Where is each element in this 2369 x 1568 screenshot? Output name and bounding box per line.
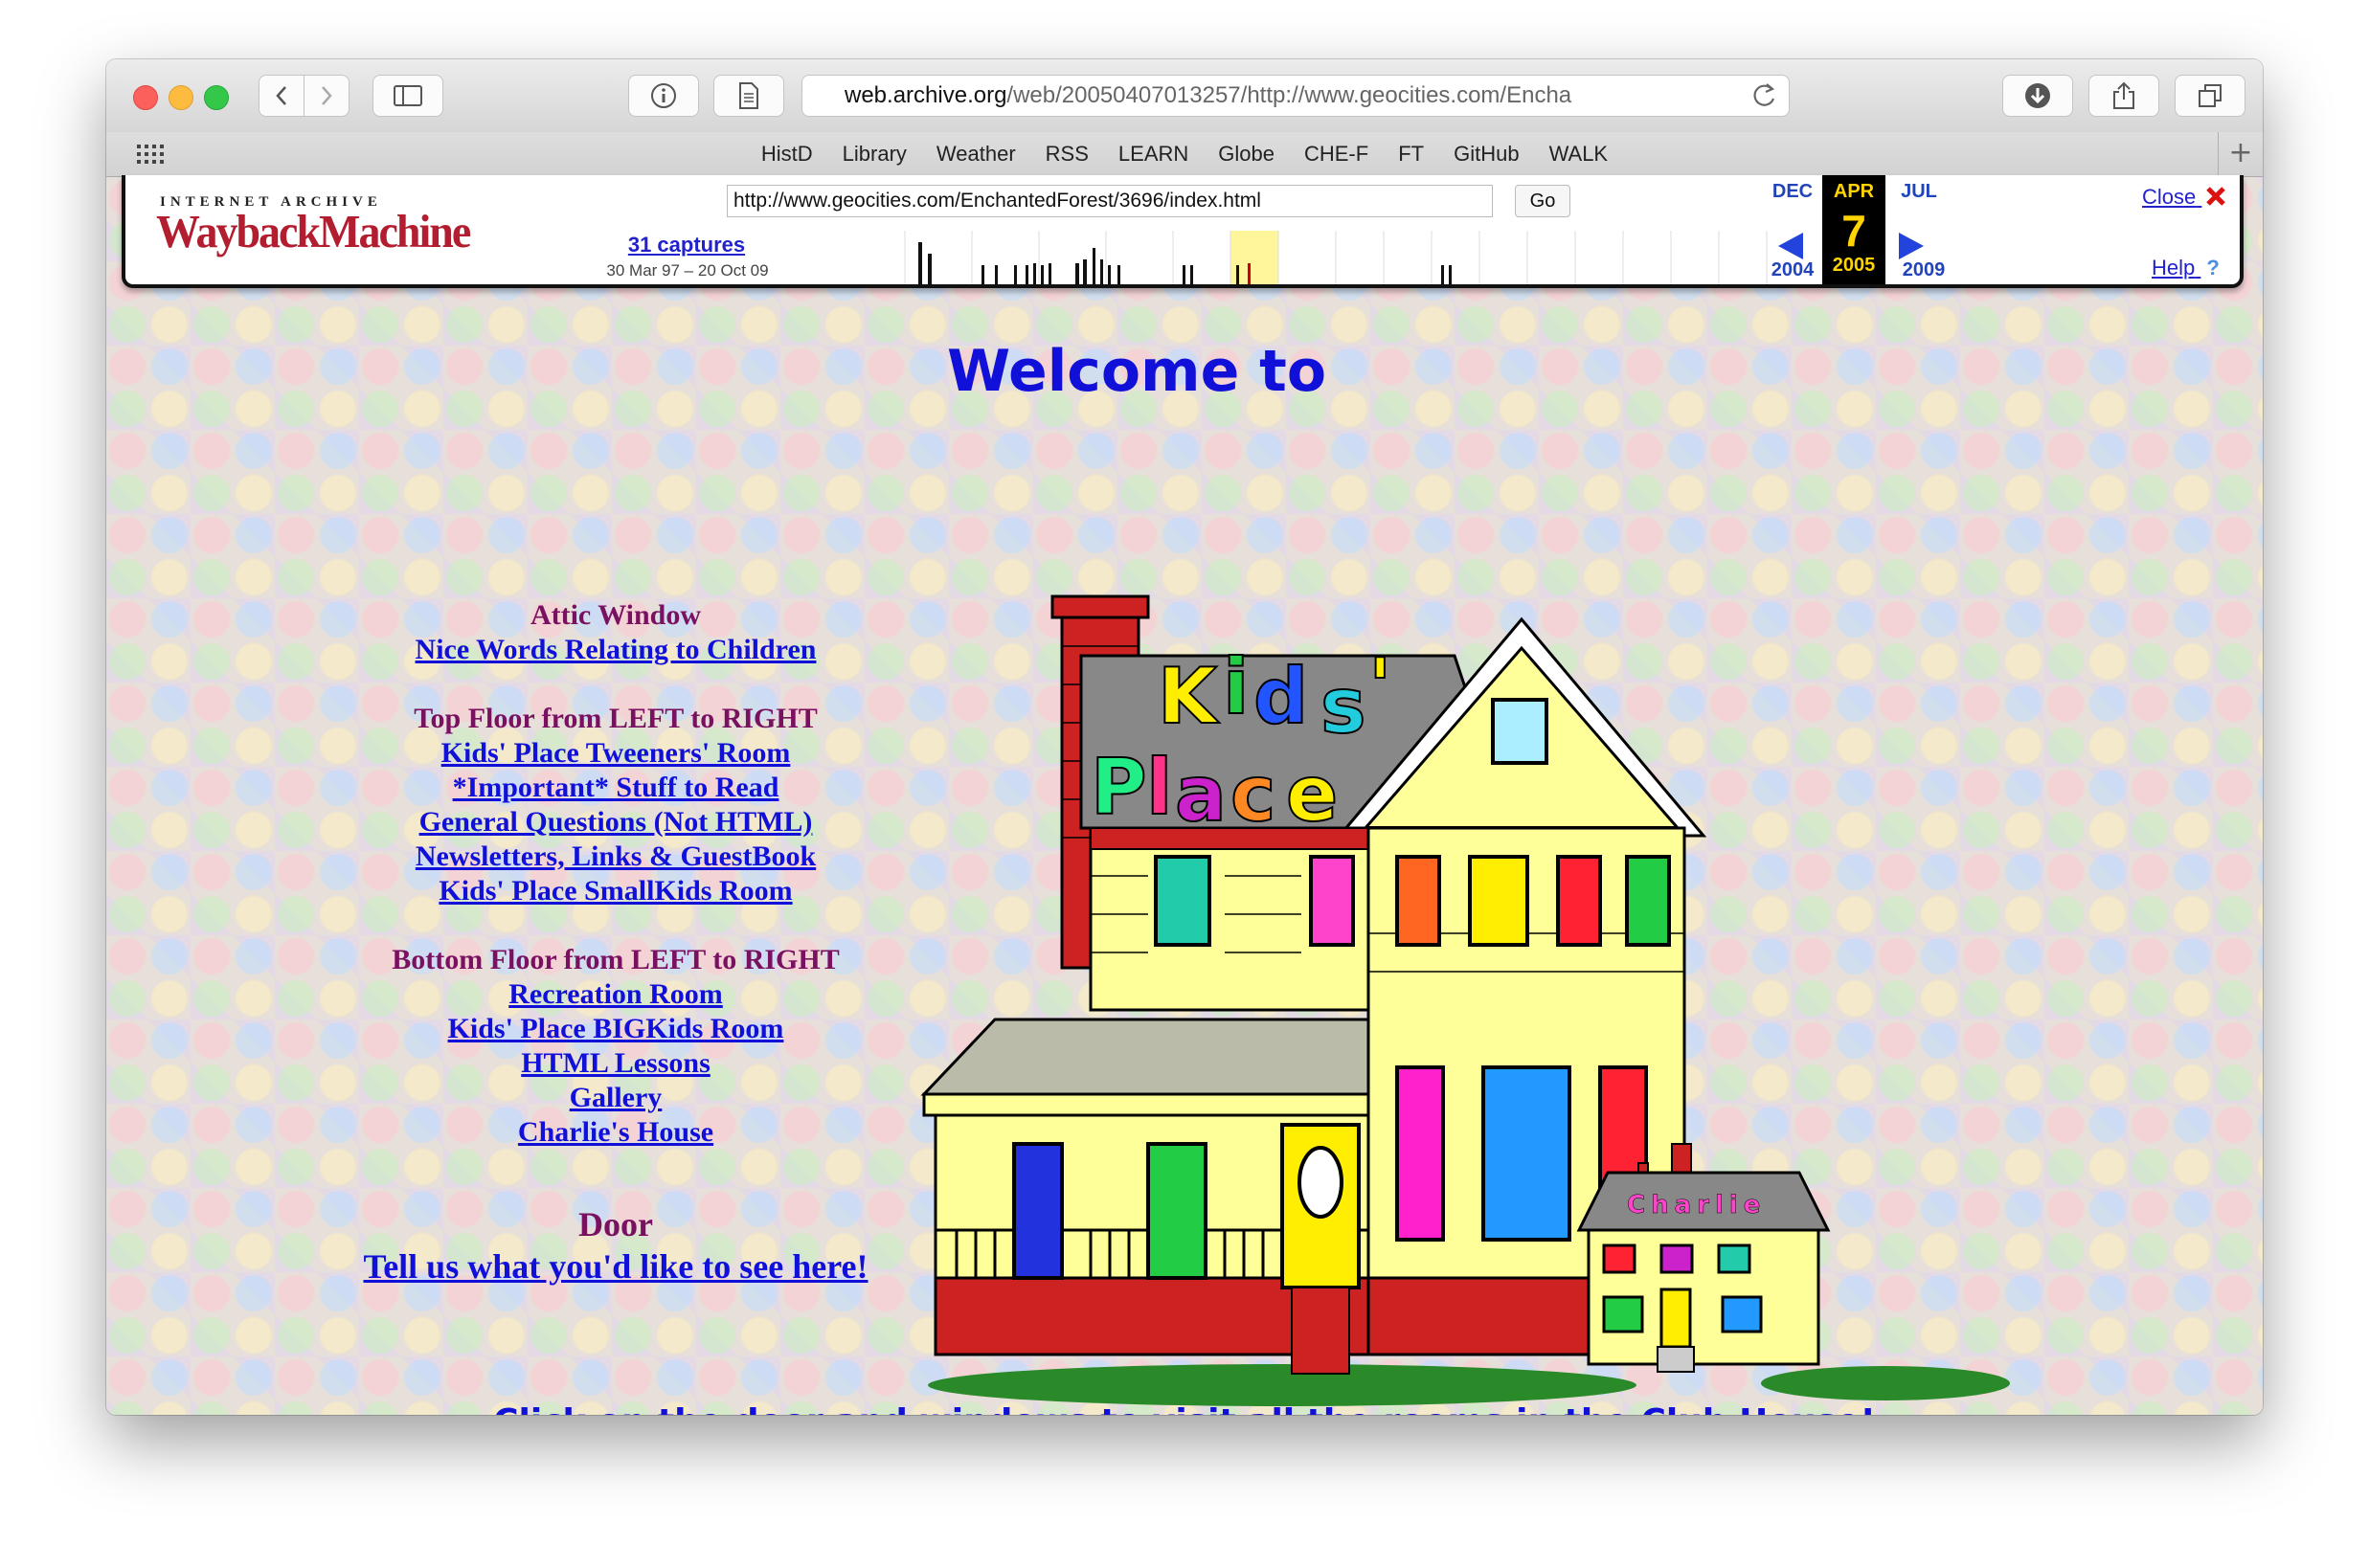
nav-link-nice-words[interactable]: Nice Words Relating to Children <box>346 633 886 667</box>
wayback-close-button[interactable]: Close <box>2142 185 2226 210</box>
wayback-url-input[interactable]: http://www.geocities.com/EnchantedForest… <box>727 185 1493 217</box>
sign-letter: i <box>1223 642 1249 731</box>
close-icon <box>2206 187 2226 206</box>
browser-window: web.archive.org/web/20050407013257/http:… <box>106 59 2263 1415</box>
bookmark-walk[interactable]: WALK <box>1549 142 1609 167</box>
document-icon <box>739 82 758 109</box>
sign-letter: s <box>1320 661 1366 750</box>
help-label: Help <box>2152 256 2196 280</box>
sidebar-button[interactable] <box>372 75 443 117</box>
bookmark-che-f[interactable]: CHE-F <box>1304 142 1368 167</box>
bookmark-histd[interactable]: HistD <box>761 142 813 167</box>
nav-link-newsletters[interactable]: Newsletters, Links & GuestBook <box>346 840 886 874</box>
bookmark-learn[interactable]: LEARN <box>1118 142 1188 167</box>
charlie-sign: Charlie <box>1627 1191 1766 1220</box>
current-capture-date: APR 7 2005 <box>1822 175 1885 284</box>
zoom-window-button[interactable] <box>204 85 229 110</box>
sign-letter: ' <box>1368 642 1392 731</box>
wayback-banner: INTERNET ARCHIVE WaybackMachine http://w… <box>122 175 2244 288</box>
info-button[interactable] <box>628 75 699 117</box>
nav-link-html-lessons[interactable]: HTML Lessons <box>346 1046 886 1081</box>
reader-button[interactable] <box>713 75 784 117</box>
current-day: 7 <box>1841 206 1866 256</box>
wayback-logo[interactable]: WaybackMachine <box>156 208 471 255</box>
nav-link-charlies-house[interactable]: Charlie's House <box>346 1115 886 1150</box>
prev-arrow-icon[interactable] <box>1776 231 1805 261</box>
prev-month[interactable]: DEC <box>1767 181 1818 203</box>
reload-icon[interactable] <box>1750 81 1777 116</box>
bookmark-globe[interactable]: Globe <box>1218 142 1275 167</box>
page-content: INTERNET ARCHIVE WaybackMachine http://w… <box>106 175 2263 1415</box>
captures-range: 30 Mar 97 – 20 Oct 09 <box>606 261 769 280</box>
clubhouse-image[interactable]: K i d s ' P l a c e Charlie <box>918 570 2010 1415</box>
sign-letter: c <box>1230 750 1275 839</box>
bookmark-rss[interactable]: RSS <box>1046 142 1089 167</box>
attic-header: Attic Window <box>530 599 702 631</box>
address-bar[interactable]: web.archive.org/web/20050407013257/http:… <box>801 75 1790 117</box>
top-floor-header: Top Floor from LEFT to RIGHT <box>414 703 818 734</box>
address-path: /web/20050407013257/http://www.geocities… <box>1006 82 1572 108</box>
sign-letter: K <box>1158 652 1220 741</box>
info-icon <box>651 83 676 108</box>
next-arrow-icon[interactable] <box>1897 231 1926 261</box>
nav-link-smallkids-room[interactable]: Kids' Place SmallKids Room <box>346 874 886 908</box>
nav-link-important-stuff[interactable]: *Important* Stuff to Read <box>346 771 886 805</box>
nav-link-bigkids-room[interactable]: Kids' Place BIGKids Room <box>346 1012 886 1046</box>
captures-link[interactable]: 31 captures <box>572 233 801 258</box>
bookmark-weather[interactable]: Weather <box>936 142 1016 167</box>
current-month: APR <box>1833 181 1875 202</box>
tabs-icon <box>2199 84 2222 107</box>
bookmark-list: HistD Library Weather RSS LEARN Globe CH… <box>106 132 2263 176</box>
nav-link-gallery[interactable]: Gallery <box>346 1081 886 1115</box>
sign-letter: e <box>1286 750 1338 839</box>
nav-link-recreation-room[interactable]: Recreation Room <box>346 977 886 1012</box>
sign-letter: a <box>1175 750 1227 839</box>
nav-link-tweeners-room[interactable]: Kids' Place Tweeners' Room <box>346 736 886 771</box>
sidebar-icon <box>394 85 422 106</box>
wayback-go-button[interactable]: Go <box>1515 185 1570 217</box>
download-icon <box>2025 83 2050 108</box>
welcome-heading: Welcome to <box>946 338 1327 405</box>
new-tab-plus-icon[interactable]: + <box>2218 132 2263 176</box>
next-month[interactable]: JUL <box>1893 181 1945 203</box>
help-icon: ? <box>2206 256 2220 280</box>
back-button[interactable] <box>259 75 305 117</box>
downloads-button[interactable] <box>2002 75 2073 117</box>
chevron-left-icon <box>276 86 286 105</box>
nav-link-general-questions[interactable]: General Questions (Not HTML) <box>346 805 886 840</box>
tabs-button[interactable] <box>2175 75 2245 117</box>
close-label: Close <box>2142 185 2197 209</box>
nav-link-door[interactable]: Tell us what you'd like to see here! <box>346 1245 886 1288</box>
minimize-window-button[interactable] <box>169 85 193 110</box>
prev-year[interactable]: 2004 <box>1767 259 1818 281</box>
share-button[interactable] <box>2088 75 2159 117</box>
wayback-help-button[interactable]: Help ? <box>2152 256 2220 280</box>
next-year[interactable]: 2009 <box>1893 259 1954 281</box>
sign-letter: l <box>1146 743 1172 832</box>
address-host: web.archive.org <box>845 82 1007 108</box>
current-year: 2005 <box>1832 255 1876 276</box>
bookmark-library[interactable]: Library <box>843 142 907 167</box>
chevron-right-icon <box>322 86 332 105</box>
forward-button[interactable] <box>304 75 350 117</box>
browser-toolbar: web.archive.org/web/20050407013257/http:… <box>106 59 2263 133</box>
sign-letter: d <box>1253 652 1308 741</box>
share-icon <box>2113 81 2134 109</box>
capture-sparkline[interactable] <box>847 231 1815 284</box>
door-header: Door <box>578 1205 653 1243</box>
instructions-message: Click on the door and windows to visit a… <box>106 1402 2263 1415</box>
bottom-floor-header: Bottom Floor from LEFT to RIGHT <box>392 944 840 975</box>
bookmark-github[interactable]: GitHub <box>1454 142 1519 167</box>
bookmarks-bar: HistD Library Weather RSS LEARN Globe CH… <box>106 132 2263 177</box>
close-window-button[interactable] <box>133 85 158 110</box>
sign-letter: P <box>1091 743 1147 832</box>
room-navigation: Attic Window Nice Words Relating to Chil… <box>346 598 886 1288</box>
bookmark-ft[interactable]: FT <box>1398 142 1424 167</box>
